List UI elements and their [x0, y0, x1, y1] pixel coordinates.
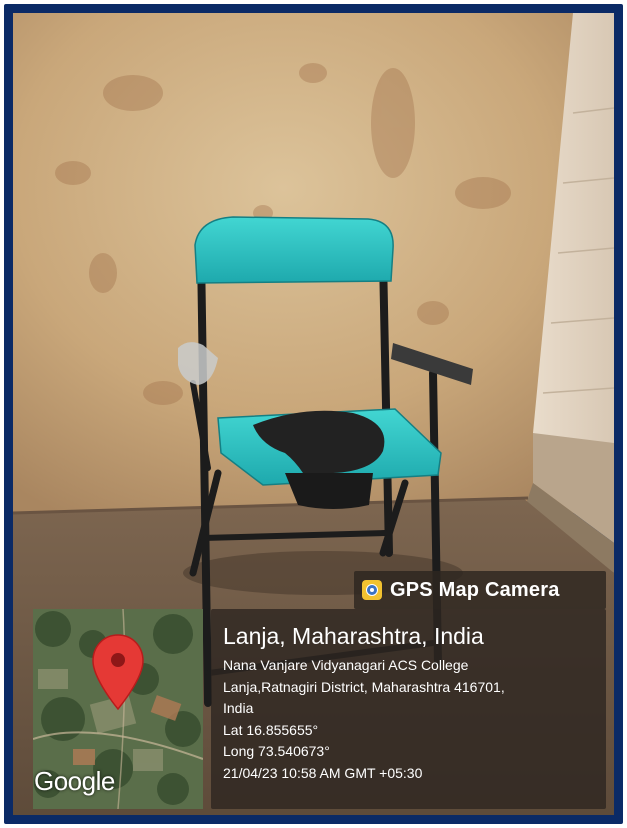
location-title: Lanja, Maharashtra, India: [223, 623, 484, 649]
chair-backrest: [194, 216, 394, 284]
google-logo-label: Google: [34, 766, 115, 796]
gps-map-camera-app-icon: [362, 580, 382, 600]
address-line-2: Lanja,Ratnagiri District, Maharashtra 41…: [223, 678, 505, 695]
commode-pot: [285, 473, 373, 509]
address-line-1: Nana Vanjare Vidyanagari ACS College: [223, 657, 469, 673]
datetime: 21/04/23 10:58 AM GMT +05:30: [223, 764, 423, 781]
location-info-panel: Lanja, Maharashtra, India Nana Vanjare V…: [211, 609, 606, 809]
photo: GPS Map Camera Google Lanja, Maharashtra…: [13, 13, 614, 815]
gps-map-camera-badge: GPS Map Camera: [354, 571, 606, 609]
address-line-3: India: [223, 700, 254, 716]
map-thumbnail: Google: [33, 609, 203, 809]
longitude: Long 73.540673°: [223, 743, 330, 759]
photo-border: GPS Map Camera Google Lanja, Maharashtra…: [4, 4, 623, 824]
latitude: Lat 16.855655°: [223, 721, 319, 738]
gps-badge-label: GPS Map Camera: [390, 578, 560, 601]
